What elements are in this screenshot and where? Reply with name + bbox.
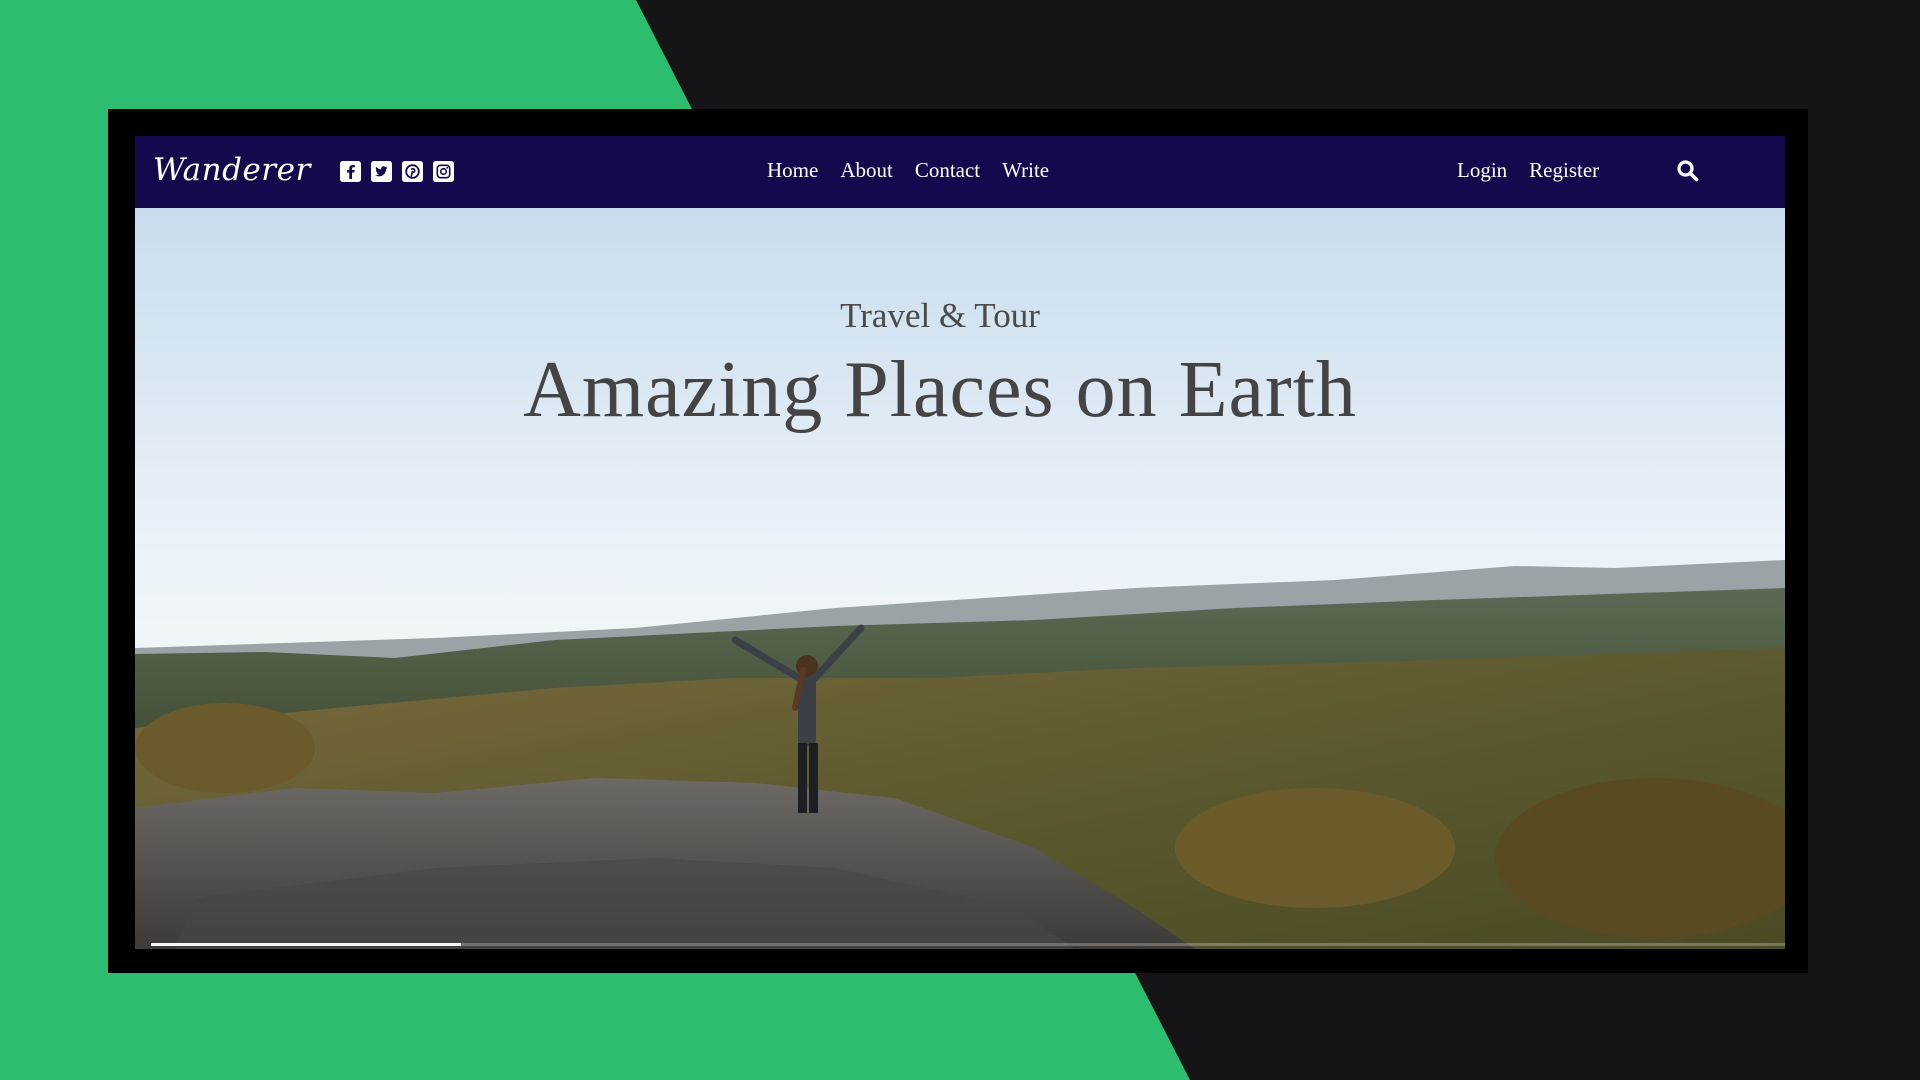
- nav-home-link[interactable]: Home: [767, 158, 818, 183]
- hero-subtitle: Travel & Tour: [840, 296, 1040, 335]
- main-nav: Home About Contact Write: [767, 158, 1049, 183]
- slider-progress-fill: [151, 943, 462, 946]
- nav-write-link[interactable]: Write: [1002, 158, 1049, 183]
- hero-title: Amazing Places on Earth: [523, 346, 1357, 434]
- website: Wanderer Home About Contact Write Login …: [135, 136, 1785, 949]
- instagram-icon[interactable]: [433, 161, 454, 182]
- search-icon[interactable]: [1675, 158, 1701, 184]
- site-logo[interactable]: Wanderer: [153, 152, 311, 188]
- browser-frame: Wanderer Home About Contact Write Login …: [108, 109, 1808, 973]
- hero-section: Travel & Tour Amazing Places on Earth: [135, 208, 1785, 949]
- navbar: Wanderer Home About Contact Write Login …: [135, 136, 1785, 208]
- pinterest-icon[interactable]: [402, 161, 423, 182]
- slider-progress-track: [151, 943, 1785, 946]
- nav-about-link[interactable]: About: [840, 158, 893, 183]
- nav-contact-link[interactable]: Contact: [915, 158, 980, 183]
- social-links: [340, 161, 454, 182]
- account-nav: Login Register: [1457, 158, 1599, 183]
- login-link[interactable]: Login: [1457, 158, 1507, 183]
- register-link[interactable]: Register: [1529, 158, 1599, 183]
- facebook-icon[interactable]: [340, 161, 361, 182]
- twitter-icon[interactable]: [371, 161, 392, 182]
